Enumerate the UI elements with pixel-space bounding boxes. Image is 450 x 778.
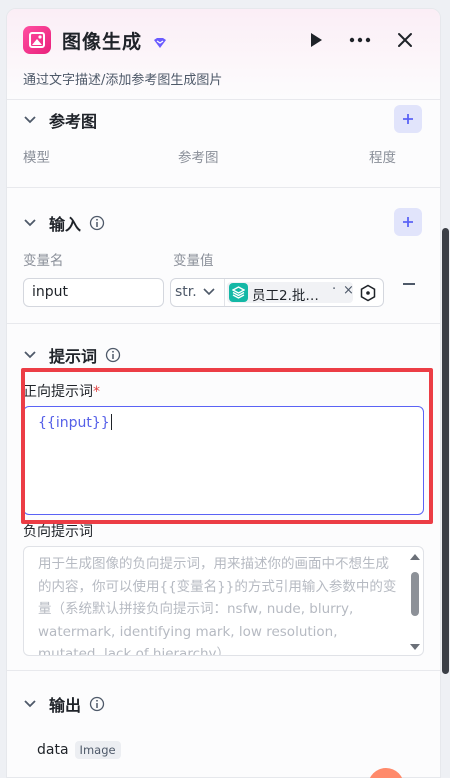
chevron-down-icon[interactable] bbox=[23, 697, 37, 711]
page-subtitle: 通过文字描述/添加参考图生成图片 bbox=[23, 73, 223, 88]
layers-icon bbox=[229, 283, 248, 302]
section-output-header[interactable]: 输出 bbox=[23, 692, 105, 716]
info-icon[interactable] bbox=[89, 696, 105, 712]
highlight-box bbox=[21, 368, 433, 524]
page-title: 图像生成 bbox=[62, 31, 143, 53]
badge-icon bbox=[153, 34, 167, 53]
image-app-icon bbox=[23, 26, 51, 54]
more-icon[interactable] bbox=[347, 27, 373, 53]
output-name: data bbox=[37, 742, 69, 758]
play-icon[interactable] bbox=[303, 27, 329, 53]
variable-name-input[interactable]: input bbox=[23, 278, 164, 307]
section-title: 参考图 bbox=[49, 112, 98, 131]
column-label: 程度 bbox=[369, 150, 396, 166]
plus-icon bbox=[403, 217, 413, 227]
divider bbox=[7, 670, 440, 671]
info-icon[interactable] bbox=[89, 215, 105, 231]
reference-label: 员工2.批… bbox=[252, 288, 319, 304]
column-label: 模型 bbox=[23, 150, 50, 166]
section-input-header[interactable]: 输入 bbox=[23, 211, 105, 235]
divider bbox=[7, 99, 440, 100]
plus-icon bbox=[403, 114, 413, 124]
page-scrollbar-thumb[interactable] bbox=[442, 228, 449, 674]
column-label: 变量值 bbox=[173, 253, 214, 269]
variable-value-field[interactable]: str. 员工2.批… · × bbox=[170, 278, 384, 307]
section-title: 输入 bbox=[49, 215, 82, 234]
remove-reference-icon[interactable]: × bbox=[343, 283, 354, 298]
column-label: 变量名 bbox=[23, 253, 64, 269]
column-label: 参考图 bbox=[178, 150, 219, 166]
negative-prompt-label: 负向提示词 bbox=[23, 524, 93, 540]
section-reference-header[interactable]: 参考图 bbox=[23, 108, 97, 132]
remove-row-icon[interactable] bbox=[403, 283, 415, 285]
section-title: 输出 bbox=[49, 696, 82, 715]
chevron-down-icon[interactable] bbox=[23, 216, 37, 230]
info-icon[interactable] bbox=[105, 347, 121, 363]
add-input-button[interactable] bbox=[394, 208, 422, 236]
output-type-badge: Image bbox=[74, 741, 121, 759]
negative-prompt-textarea[interactable]: 用于生成图像的负向提示词，用来描述你的画面中不想生成的内容，你可以使用{{变量名… bbox=[23, 546, 424, 656]
divider bbox=[224, 279, 225, 306]
target-icon[interactable] bbox=[359, 284, 377, 302]
section-title: 提示词 bbox=[49, 347, 98, 366]
divider bbox=[7, 187, 440, 188]
reference-dot: · bbox=[332, 282, 337, 297]
output-row: data Image bbox=[37, 741, 121, 759]
type-select[interactable]: str. bbox=[175, 284, 197, 300]
reference-tag[interactable]: 员工2.批… · × bbox=[227, 282, 354, 304]
node-panel: 图像生成 通过文字描述/添加参考图生成图片 参考图 模型 参考图 程度 输入 变… bbox=[6, 8, 441, 778]
chevron-down-icon[interactable] bbox=[203, 287, 215, 297]
divider bbox=[7, 323, 440, 324]
panel-header: 图像生成 通过文字描述/添加参考图生成图片 bbox=[7, 9, 440, 99]
textarea-scrollbar[interactable] bbox=[408, 552, 422, 652]
add-reference-button[interactable] bbox=[394, 105, 422, 133]
chevron-down-icon[interactable] bbox=[23, 113, 37, 127]
section-prompt-header[interactable]: 提示词 bbox=[23, 343, 121, 367]
chevron-down-icon[interactable] bbox=[23, 348, 37, 362]
close-icon[interactable] bbox=[392, 27, 418, 53]
